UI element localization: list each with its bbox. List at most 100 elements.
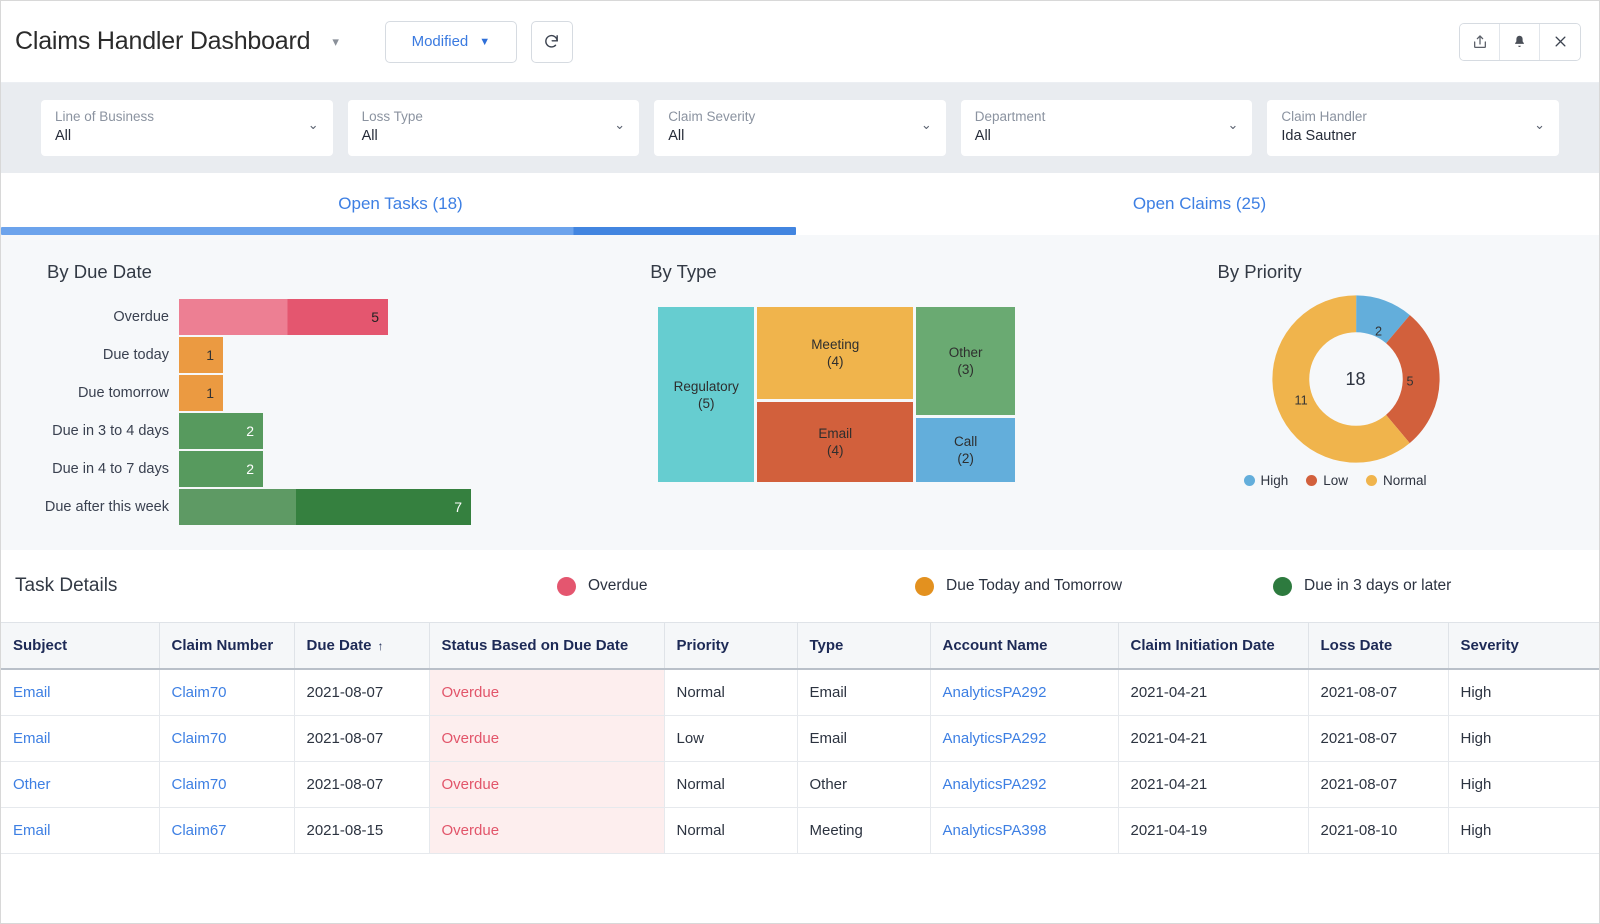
cell-due-date: 2021-08-07 (294, 761, 430, 808)
cell-subject[interactable]: Email (1, 715, 160, 762)
table-row[interactable]: Email Claim70 2021-08-07 Overdue Normal … (1, 669, 1599, 716)
filter-value: All (668, 128, 685, 144)
cell-account-name[interactable]: AnalyticsPA292 (930, 715, 1119, 762)
table-row[interactable]: Email Claim70 2021-08-07 Overdue Low Ema… (1, 715, 1599, 762)
column-header-claim-number[interactable]: Claim Number (159, 622, 295, 670)
treemap-cell-count: (4) (826, 354, 844, 369)
bar-value: 7 (454, 499, 462, 515)
donut-legend-item-normal[interactable]: Normal (1366, 473, 1427, 488)
task-details-title: Task Details (15, 575, 118, 596)
bar-row[interactable]: Due in 3 to 4 days 2 (1, 413, 640, 449)
bar-value: 1 (206, 385, 214, 401)
cell-claim-number[interactable]: Claim70 (159, 669, 295, 716)
donut-legend-item-high[interactable]: High (1243, 473, 1289, 488)
bar-row[interactable]: Due in 4 to 7 days 2 (1, 451, 640, 487)
treemap-cell-meeting[interactable]: Meeting (4) (757, 307, 914, 399)
bar-row[interactable]: Due after this week 7 (1, 489, 640, 525)
column-header-status[interactable]: Status Based on Due Date (429, 622, 665, 670)
bar-track: 5 (179, 299, 640, 335)
treemap-cell-email[interactable]: Email (4) (757, 402, 914, 482)
filter-loss-type[interactable]: Loss Type All ⌄ (347, 100, 640, 156)
filter-claim-severity[interactable]: Claim Severity All ⌄ (654, 100, 946, 156)
treemap-cell-name: Meeting (811, 337, 860, 352)
bar-overdue[interactable]: 5 (179, 299, 388, 335)
table-row[interactable]: Other Claim70 2021-08-07 Overdue Normal … (1, 761, 1599, 808)
notifications-button[interactable] (1500, 23, 1540, 60)
cell-status: Overdue (429, 715, 665, 762)
treemap-cell-count: (4) (826, 443, 844, 458)
cell-account-name[interactable]: AnalyticsPA292 (930, 761, 1119, 808)
bar-category-label: Due in 4 to 7 days (52, 461, 169, 477)
filter-department[interactable]: Department All ⌄ (960, 100, 1253, 156)
refresh-button[interactable] (530, 20, 573, 63)
legend-label: Normal (1383, 473, 1427, 488)
bar-due-after-this-week[interactable]: 7 (179, 489, 471, 525)
cell-loss-date: 2021-08-07 (1308, 761, 1449, 808)
cell-type: Meeting (797, 807, 931, 854)
cell-claim-number[interactable]: Claim70 (159, 715, 295, 762)
column-header-subject[interactable]: Subject (1, 622, 160, 670)
share-icon (1473, 34, 1486, 48)
treemap-cell-count: (5) (698, 395, 715, 411)
chevron-down-icon: ⌄ (1534, 117, 1545, 132)
treemap-cell-call[interactable]: Call (2) (916, 418, 1016, 482)
chevron-down-icon: ⌄ (307, 117, 319, 132)
treemap-cell-other[interactable]: Other (3) (916, 307, 1016, 415)
cell-account-name[interactable]: AnalyticsPA292 (930, 669, 1119, 716)
cell-claim-number[interactable]: Claim70 (159, 761, 295, 808)
bar-row[interactable]: Due tomorrow 1 (1, 375, 640, 411)
treemap-cell-regulatory[interactable]: Regulatory (5) (658, 307, 755, 482)
tab-open-claims[interactable]: Open Claims (25) (800, 173, 1599, 235)
cell-subject[interactable]: Email (1, 669, 160, 716)
page-title: Claims Handler Dashboard (15, 27, 311, 55)
task-details-header: Task Details Overdue Due Today and Tomor… (1, 550, 1599, 622)
bar-due-4-to-7-days[interactable]: 2 (179, 451, 263, 487)
title-dropdown-caret-icon[interactable]: ▾ (332, 35, 339, 48)
cell-severity: High (1448, 761, 1599, 808)
chart-title-by-priority: By Priority (1217, 261, 1302, 282)
tab-open-tasks[interactable]: Open Tasks (18) (1, 173, 800, 235)
bar-row[interactable]: Overdue 5 (1, 299, 640, 335)
column-header-claim-initiation-date[interactable]: Claim Initiation Date (1118, 622, 1309, 670)
active-tab-indicator (1, 227, 796, 235)
column-header-priority[interactable]: Priority (664, 622, 798, 670)
column-header-type[interactable]: Type (797, 622, 931, 670)
cell-account-name[interactable]: AnalyticsPA398 (930, 807, 1119, 854)
legend-dot-icon (1366, 475, 1378, 486)
legend-dot-icon (1243, 475, 1255, 486)
cell-severity: High (1448, 669, 1599, 716)
column-header-due-date[interactable]: Due Date ↑ (294, 622, 430, 670)
donut-chart-body: 2 5 11 18 (1270, 293, 1442, 465)
column-header-loss-date[interactable]: Loss Date (1308, 622, 1449, 670)
legend-due-today-tomorrow: Due Today and Tomorrow (915, 576, 1122, 596)
cell-subject[interactable]: Other (1, 761, 160, 808)
bar-row[interactable]: Due today 1 (1, 337, 640, 373)
donut-legend-item-low[interactable]: Low (1306, 473, 1348, 488)
close-button[interactable] (1540, 23, 1580, 60)
filter-label: Line of Business (55, 109, 155, 124)
chevron-down-icon: ⌄ (614, 117, 626, 132)
bar-due-tomorrow[interactable]: 1 (179, 375, 223, 411)
bar-due-today[interactable]: 1 (179, 337, 223, 373)
task-details-table: Subject Claim Number Due Date ↑ Status Ba… (1, 622, 1599, 854)
cell-subject[interactable]: Email (1, 807, 160, 854)
donut-center-total: 18 (1345, 368, 1366, 389)
filter-label: Department (974, 109, 1046, 124)
cell-severity: High (1448, 715, 1599, 762)
cell-claim-number[interactable]: Claim67 (159, 807, 295, 854)
modified-button[interactable]: Modified ▼ (384, 20, 517, 63)
column-header-severity[interactable]: Severity (1448, 622, 1599, 670)
bar-due-3-to-4-days[interactable]: 2 (179, 413, 263, 449)
filter-label: Loss Type (361, 109, 423, 124)
cell-claim-initiation-date: 2021-04-19 (1118, 807, 1309, 854)
cell-status: Overdue (429, 761, 665, 808)
filter-bar: Line of Business All ⌄ Loss Type All ⌄ C… (1, 83, 1599, 173)
filter-line-of-business[interactable]: Line of Business All ⌄ (41, 100, 333, 156)
filter-claim-handler[interactable]: Claim Handler Ida Sautner ⌄ (1267, 100, 1559, 156)
column-header-account-name[interactable]: Account Name (930, 622, 1119, 670)
cell-claim-initiation-date: 2021-04-21 (1118, 761, 1309, 808)
table-row[interactable]: Email Claim67 2021-08-15 Overdue Normal … (1, 807, 1599, 854)
share-button[interactable] (1460, 23, 1500, 60)
legend-label: High (1260, 473, 1289, 488)
cell-due-date: 2021-08-15 (294, 807, 430, 854)
